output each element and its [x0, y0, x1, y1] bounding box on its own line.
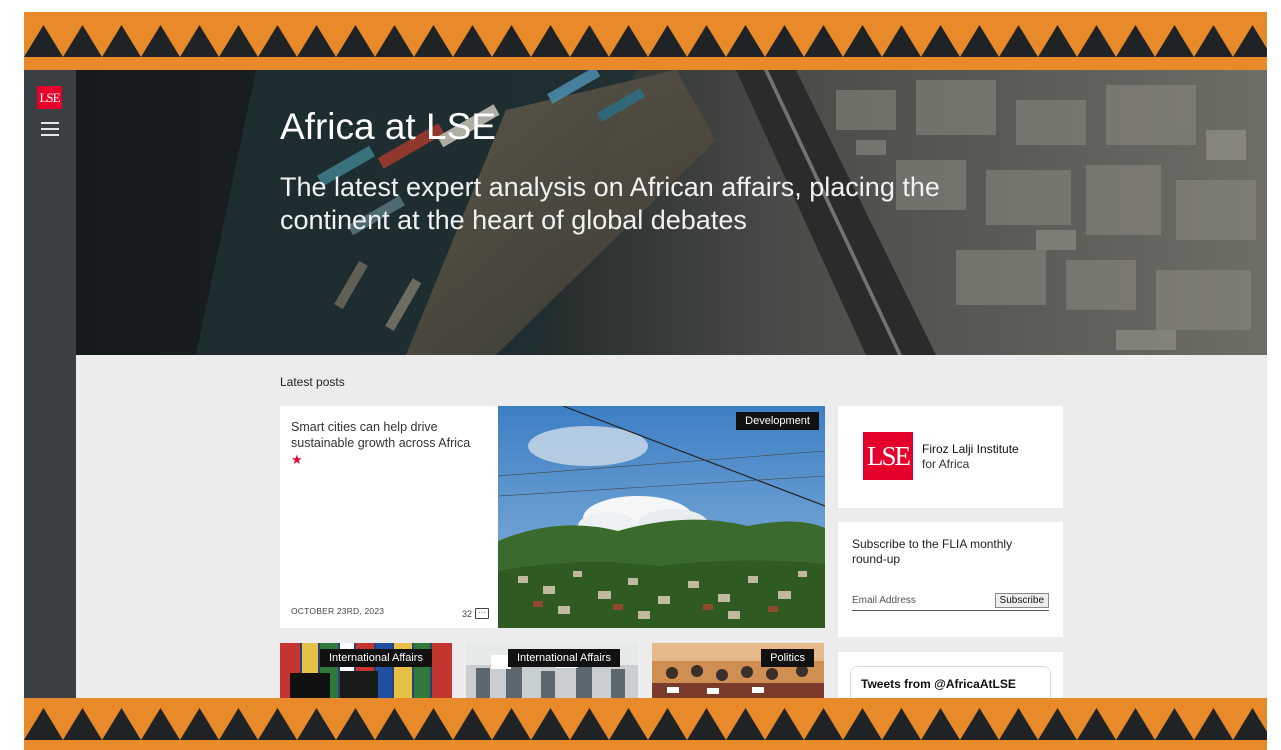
hamburger-menu-icon[interactable]	[41, 122, 59, 136]
comment-bubble-icon: ···	[475, 608, 489, 619]
comment-count: 32	[461, 608, 472, 619]
featured-post-headline[interactable]: Smart cities can help drive sustainable …	[291, 419, 487, 451]
subscribe-form: Subscribe	[852, 591, 1049, 611]
tweets-title: Tweets from @AfricaAtLSE	[861, 677, 1016, 691]
hero-banner: Africa at LSE The latest expert analysis…	[76, 70, 1267, 355]
comment-count-link[interactable]: 32 ···	[462, 608, 489, 619]
star-icon: ★	[291, 452, 303, 467]
post-thumbnail-2[interactable]: International Affairs	[466, 643, 638, 698]
page-subtitle: The latest expert analysis on African af…	[280, 172, 940, 235]
featured-post-image[interactable]: Development	[498, 406, 825, 628]
subscribe-button[interactable]: Subscribe	[994, 593, 1049, 608]
post-thumbnail-3[interactable]: Politics	[652, 643, 824, 698]
category-tag-international-affairs[interactable]: International Affairs	[320, 649, 432, 667]
category-tag-international-affairs[interactable]: International Affairs	[508, 649, 620, 667]
post-thumbnail-1[interactable]: International Affairs	[280, 643, 452, 698]
flia-name: Firoz Lalji Institute	[922, 442, 1019, 456]
bottom-decorative-band	[24, 698, 1267, 750]
main-content: Latest posts Smart cities can help drive…	[76, 355, 1267, 698]
page-title: Africa at LSE	[280, 106, 496, 147]
email-input[interactable]	[852, 595, 972, 606]
category-tag-development[interactable]: Development	[736, 412, 819, 430]
zigzag-pattern	[24, 12, 1267, 70]
flia-lse-logo: LSE	[863, 432, 913, 480]
top-decorative-band	[24, 12, 1267, 70]
tweets-widget[interactable]: Tweets from @AfricaAtLSE	[850, 666, 1051, 698]
section-title: Latest posts	[280, 375, 345, 389]
zigzag-pattern	[24, 698, 1267, 750]
lse-logo[interactable]: LSE	[37, 86, 62, 109]
featured-post-card[interactable]: Smart cities can help drive sustainable …	[280, 406, 825, 628]
tweets-card: Tweets from @AfricaAtLSE	[838, 652, 1063, 698]
category-tag-politics[interactable]: Politics	[761, 649, 814, 667]
post-date: OCTOBER 23RD, 2023	[291, 606, 385, 616]
flia-logo-card[interactable]: LSE Firoz Lalji Institute for Africa	[838, 406, 1063, 508]
flia-subname: for Africa	[922, 457, 970, 471]
subscribe-heading: Subscribe to the FLIA monthly round-up	[852, 537, 1013, 566]
left-nav-strip: LSE	[24, 70, 76, 698]
featured-post-text: Smart cities can help drive sustainable …	[280, 406, 498, 628]
subscribe-card: Subscribe to the FLIA monthly round-up S…	[838, 522, 1063, 637]
hillside-town-photo	[498, 406, 825, 628]
